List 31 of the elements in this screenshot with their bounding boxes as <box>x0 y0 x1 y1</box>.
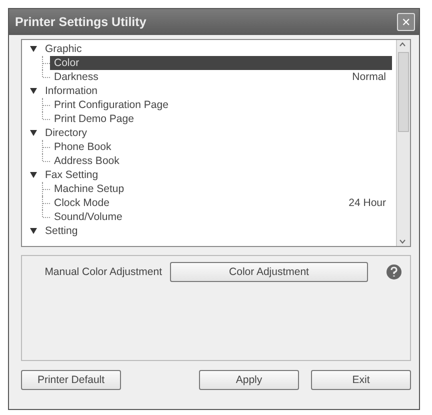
help-icon[interactable] <box>386 264 402 280</box>
tree-item[interactable]: Phone Book <box>52 141 114 153</box>
expanded-icon[interactable] <box>30 172 37 178</box>
tree-item[interactable]: Machine Setup <box>52 183 126 195</box>
scrollbar[interactable] <box>396 40 410 246</box>
setting-label: Manual Color Adjustment <box>44 266 162 278</box>
tree-item[interactable]: Darkness <box>52 71 100 83</box>
tree-item[interactable]: Address Book <box>52 155 122 167</box>
tree-item[interactable]: Sound/Volume <box>52 211 124 223</box>
window-title: Printer Settings Utility <box>15 15 146 29</box>
expanded-icon[interactable] <box>30 46 37 52</box>
tree-item[interactable]: Directory <box>43 127 90 139</box>
scroll-thumb[interactable] <box>398 52 409 132</box>
tree-item[interactable]: Print Configuration Page <box>52 99 170 111</box>
tree-item[interactable]: Print Demo Page <box>52 113 136 125</box>
close-button[interactable]: ✕ <box>397 13 415 31</box>
color-adjustment-button[interactable]: Color Adjustment <box>170 262 368 282</box>
expanded-icon[interactable] <box>30 130 37 136</box>
tree-item[interactable]: Clock Mode <box>52 197 112 209</box>
setting-value: 24 Hour <box>348 197 386 209</box>
setting-value: Normal <box>352 71 386 83</box>
dialog-button[interactable]: Printer Default <box>21 370 121 390</box>
dialog-button[interactable]: Apply <box>199 370 299 390</box>
tree-item[interactable]: Color <box>52 57 82 69</box>
tree-item[interactable]: Fax Setting <box>43 169 100 181</box>
tree-item[interactable]: Graphic <box>43 43 84 55</box>
dialog-button[interactable]: Exit <box>311 370 411 390</box>
expanded-icon[interactable] <box>30 88 37 94</box>
expanded-icon[interactable] <box>30 228 37 234</box>
tree-item[interactable]: Setting <box>43 225 80 237</box>
tree-item[interactable]: Information <box>43 85 100 97</box>
